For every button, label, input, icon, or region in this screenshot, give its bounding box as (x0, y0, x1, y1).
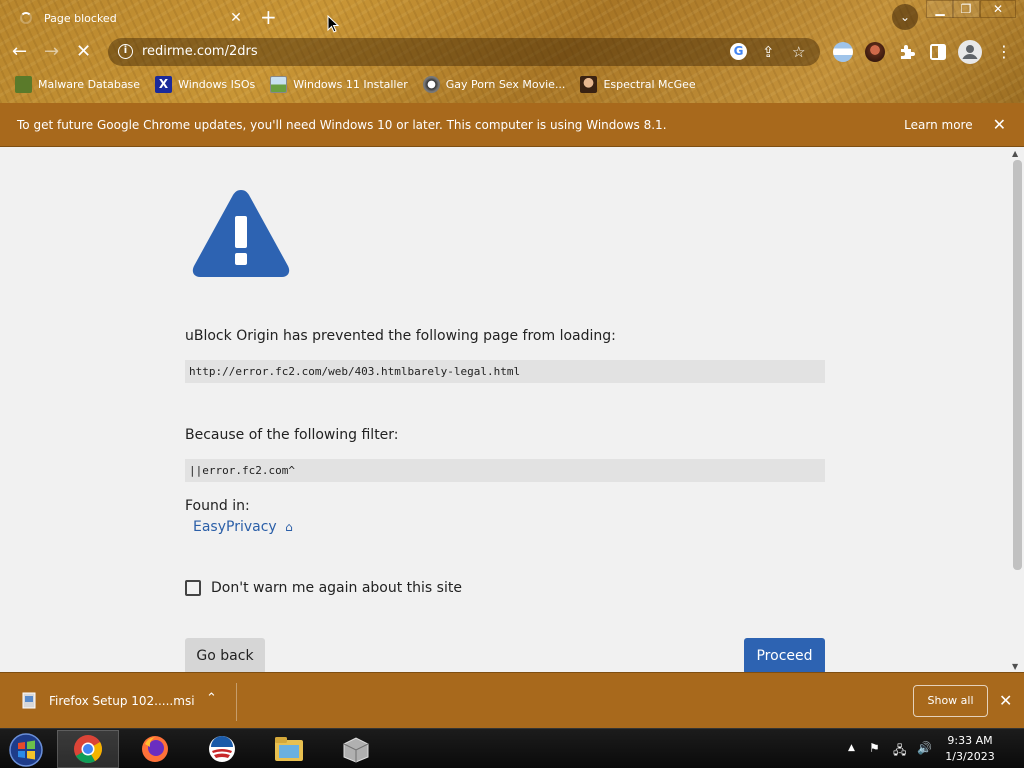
clock-time: 9:33 AM (947, 734, 993, 747)
image-icon (270, 75, 288, 93)
new-tab-button[interactable]: + (260, 5, 277, 29)
restore-button[interactable]: ❐ (952, 0, 980, 18)
warning-triangle-icon (192, 190, 290, 277)
scroll-thumb[interactable] (1013, 160, 1022, 570)
tray-overflow-icon[interactable]: ▲ (848, 743, 855, 753)
dont-warn-label[interactable]: Don't warn me again about this site (211, 580, 462, 596)
filter-rule: ||error.fc2.com^ (185, 459, 825, 482)
learn-more-link[interactable]: Learn more (904, 118, 972, 132)
site-icon (422, 75, 440, 93)
taskbar-firefox[interactable] (124, 730, 186, 768)
bookmarks-bar: Malware Database X Windows ISOs Windows … (0, 73, 696, 95)
scroll-up-icon[interactable]: ▲ (1012, 149, 1018, 158)
filter-list-name[interactable]: EasyPrivacy (193, 519, 277, 535)
infobar-close-icon[interactable]: ✕ (993, 115, 1006, 134)
share-icon[interactable]: ⇪ (762, 43, 775, 61)
shelf-close-icon[interactable]: ✕ (999, 691, 1012, 710)
minimize-button[interactable]: ▁ (926, 0, 954, 18)
extensions-puzzle-icon[interactable] (897, 42, 917, 62)
extension-flag-icon[interactable] (833, 42, 853, 62)
taskbar-chrome[interactable] (57, 730, 119, 768)
update-infobar: To get future Google Chrome updates, you… (0, 103, 1024, 147)
extension-avatar-icon[interactable] (865, 42, 885, 62)
stop-loading-icon[interactable]: ✕ (76, 41, 91, 62)
volume-icon[interactable]: 🔊 (917, 741, 932, 755)
dont-warn-checkbox[interactable] (185, 580, 201, 596)
mouse-cursor-icon (327, 15, 339, 33)
downloads-shelf: Firefox Setup 102.....msi ⌃ Show all ✕ (0, 672, 1024, 728)
shelf-divider (236, 683, 237, 721)
page-scrollbar[interactable]: ▲ ▼ (1010, 148, 1024, 672)
profile-avatar-icon[interactable] (958, 40, 982, 64)
loading-spinner-icon (20, 12, 32, 24)
chrome-icon (74, 735, 102, 763)
action-center-flag-icon[interactable]: ⚑ (869, 741, 880, 755)
package-icon (343, 737, 369, 763)
network-icon[interactable]: 🖧 (893, 741, 906, 762)
start-button-icon[interactable] (8, 732, 44, 768)
bookmark-site[interactable]: Gay Porn Sex Movie... (422, 75, 565, 93)
tab-page-blocked[interactable]: Page blocked ✕ (10, 3, 246, 33)
forward-arrow-icon[interactable]: → (44, 41, 59, 62)
show-all-button[interactable]: Show all (913, 685, 988, 717)
bookmark-star-icon[interactable]: ☆ (792, 43, 805, 61)
bookmark-malware-database[interactable]: Malware Database (15, 75, 140, 93)
tab-search-button[interactable]: ⌄ (892, 4, 918, 30)
clock-date: 1/3/2023 (945, 750, 995, 763)
taskbar-app-obama[interactable] (191, 730, 253, 768)
chevron-up-icon[interactable]: ⌃ (206, 691, 217, 706)
tab-title: Page blocked (44, 11, 117, 25)
infobar-message: To get future Google Chrome updates, you… (17, 117, 667, 132)
installer-file-icon (22, 692, 36, 709)
windows-taskbar: ▲ ⚑ 🖧 🔊 9:33 AM 1/3/2023 (0, 728, 1024, 768)
app-logo-icon (209, 736, 235, 762)
side-panel-icon[interactable] (928, 42, 948, 62)
blocked-intro-text: uBlock Origin has prevented the followin… (185, 328, 616, 344)
google-lens-icon[interactable]: G (730, 43, 747, 60)
windows-x-icon: X (155, 75, 173, 93)
malware-db-icon (15, 75, 32, 93)
found-in-label: Found in: (185, 498, 250, 514)
proceed-button[interactable]: Proceed (744, 638, 825, 672)
go-back-button[interactable]: Go back (185, 638, 265, 672)
filter-list-link[interactable]: EasyPrivacy ⌂ (193, 519, 293, 535)
bookmark-windows-isos[interactable]: X Windows ISOs (155, 75, 255, 93)
scroll-down-icon[interactable]: ▼ (1012, 662, 1018, 671)
address-bar[interactable]: i redirme.com/2drs G ⇪ ☆ (108, 38, 820, 66)
chrome-menu-icon[interactable]: ⋮ (996, 42, 1012, 61)
avatar-icon (580, 75, 598, 93)
blocked-url: http://error.fc2.com/web/403.htmlbarely-… (185, 360, 825, 383)
taskbar-app-box[interactable] (325, 730, 387, 768)
blocked-page: uBlock Origin has prevented the followin… (0, 148, 1010, 672)
filter-heading: Because of the following filter: (185, 427, 399, 443)
taskbar-file-explorer[interactable] (258, 730, 320, 768)
home-icon[interactable]: ⌂ (285, 520, 293, 534)
download-file-name[interactable]: Firefox Setup 102.....msi (49, 694, 195, 708)
site-info-icon[interactable]: i (118, 44, 133, 59)
system-clock[interactable]: 9:33 AM 1/3/2023 (935, 733, 1005, 765)
bookmark-windows-11-installer[interactable]: Windows 11 Installer (270, 75, 408, 93)
tab-close-icon[interactable]: ✕ (226, 10, 246, 26)
bookmark-espectral-mcgee[interactable]: Espectral McGee (580, 75, 696, 93)
firefox-icon (142, 736, 168, 762)
url-text[interactable]: redirme.com/2drs (142, 44, 258, 59)
close-window-button[interactable]: ✕ (980, 0, 1016, 18)
back-arrow-icon[interactable]: ← (12, 41, 27, 62)
folder-icon (275, 737, 303, 761)
